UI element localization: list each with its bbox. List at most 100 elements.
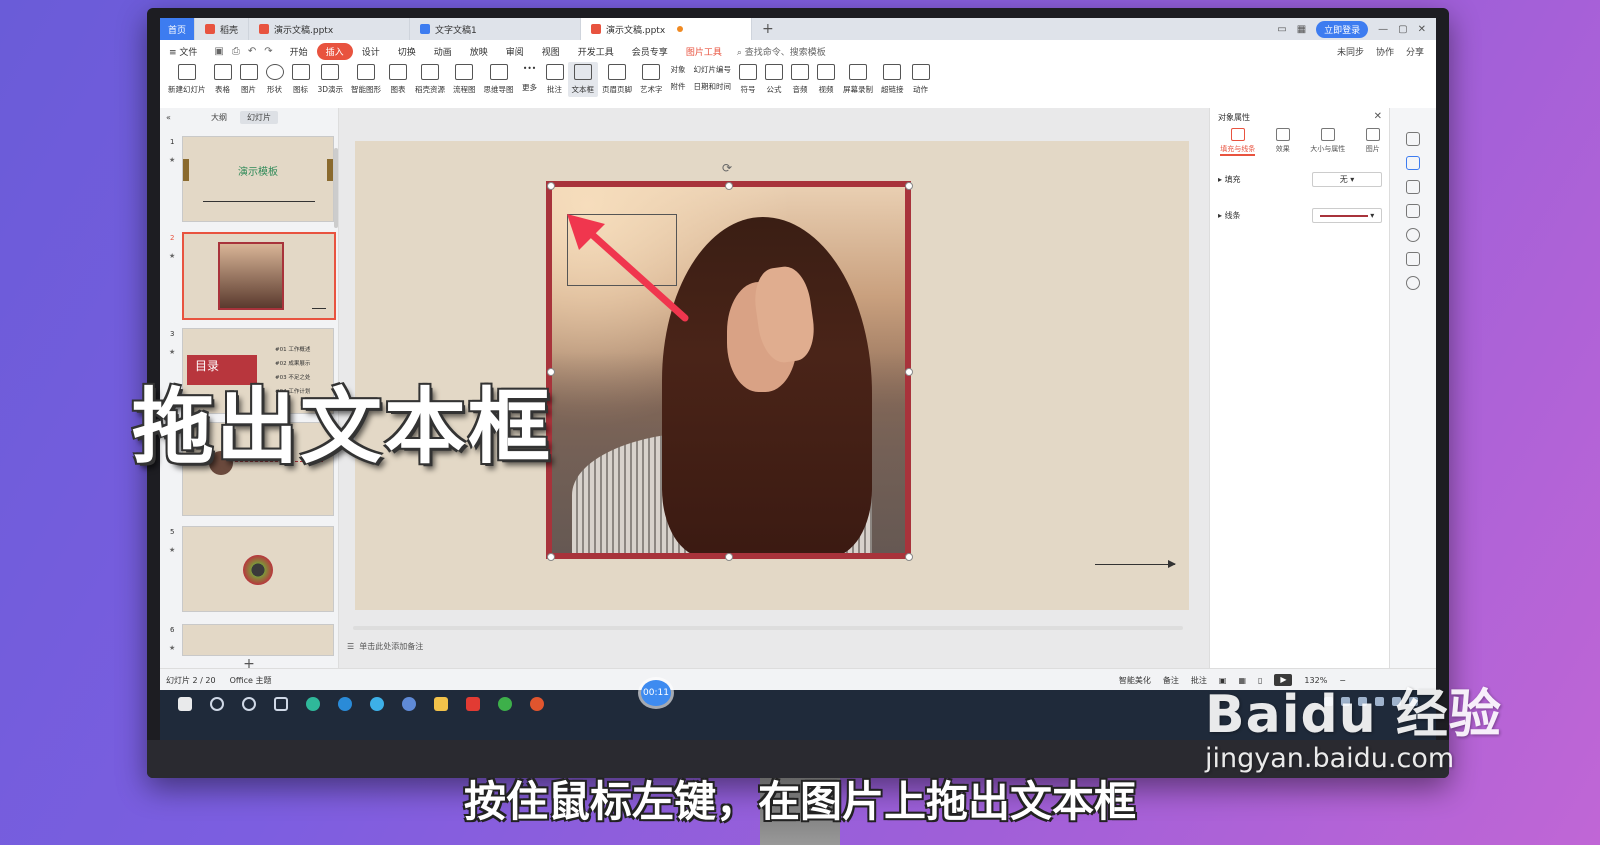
tab-word-doc[interactable]: 文字文稿1 xyxy=(410,18,582,40)
tab-fill-line[interactable]: 填充与线条 xyxy=(1220,128,1256,156)
login-button[interactable]: 立即登录 xyxy=(1316,20,1369,38)
new-tab-icon[interactable]: + xyxy=(752,21,784,37)
ribbon-mindmap[interactable]: 思维导图 xyxy=(480,62,518,97)
ribbon-comment[interactable]: 批注 xyxy=(542,62,568,97)
help-icon[interactable] xyxy=(1406,228,1420,242)
object-button[interactable]: 对象 xyxy=(671,64,686,75)
ribbon-video[interactable]: 视频 xyxy=(813,62,839,97)
ribbon-symbol[interactable]: 符号 xyxy=(735,62,761,97)
ribbon-textbox[interactable]: 文本框 xyxy=(567,62,599,97)
notes-area[interactable]: ☰ 单击此处添加备注 xyxy=(339,636,1217,656)
resize-handle[interactable] xyxy=(725,182,733,190)
file-menu[interactable]: ≡ 文件 xyxy=(160,45,206,58)
ribbon-picture[interactable]: 图片 xyxy=(236,62,262,97)
undo-icon[interactable]: ↶ xyxy=(248,46,256,57)
menu-animation[interactable]: 动画 xyxy=(425,45,461,58)
slide-number-button[interactable]: 幻灯片编号 xyxy=(694,64,732,75)
search-icon[interactable] xyxy=(210,697,224,711)
maximize-icon[interactable]: ▢ xyxy=(1398,24,1407,35)
ribbon-formula[interactable]: 公式 xyxy=(761,62,787,97)
powerpoint-icon[interactable] xyxy=(530,697,544,711)
redo-icon[interactable]: ↷ xyxy=(264,46,272,57)
collapse-panel-icon[interactable]: « xyxy=(166,113,182,122)
resize-handle[interactable] xyxy=(725,553,733,561)
fill-row[interactable]: ▸ 填充 无 ▾ xyxy=(1218,172,1382,187)
tab-size-properties[interactable]: 大小与属性 xyxy=(1310,128,1345,156)
browser-icon[interactable] xyxy=(306,697,320,711)
resize-handle[interactable] xyxy=(547,182,555,190)
globe-icon[interactable] xyxy=(402,697,416,711)
menu-view[interactable]: 视图 xyxy=(533,45,569,58)
ribbon-wordart[interactable]: 艺术字 xyxy=(636,62,667,97)
close-icon[interactable]: ✕ xyxy=(1418,24,1426,35)
menu-picture-tools[interactable]: 图片工具 xyxy=(677,45,731,58)
ribbon-screen-record[interactable]: 屏幕录制 xyxy=(839,62,877,97)
ribbon-icons[interactable]: 图标 xyxy=(288,62,314,97)
layout-icon[interactable]: ▭ xyxy=(1277,24,1286,35)
menu-start[interactable]: 开始 xyxy=(281,45,317,58)
line-row[interactable]: ▸ 线条 ▾ xyxy=(1218,208,1382,223)
ribbon-docer[interactable]: 稻壳资源 xyxy=(411,62,449,97)
ribbon-table[interactable]: 表格 xyxy=(210,62,236,97)
menu-insert[interactable]: 插入 xyxy=(316,42,353,60)
menu-design[interactable]: 设计 xyxy=(353,45,389,58)
tab-effects[interactable]: 效果 xyxy=(1275,128,1290,156)
save-icon[interactable]: ▣ xyxy=(214,46,223,57)
collab-button[interactable]: 协作 xyxy=(1376,45,1394,58)
ribbon-audio[interactable]: 音频 xyxy=(787,62,813,97)
style-icon[interactable] xyxy=(1406,132,1420,146)
folder-icon[interactable] xyxy=(434,697,448,711)
resize-handle[interactable] xyxy=(905,553,913,561)
menu-review[interactable]: 审阅 xyxy=(497,45,533,58)
ie-icon[interactable] xyxy=(370,697,384,711)
resize-handle[interactable] xyxy=(905,182,913,190)
ribbon-3d[interactable]: 3D演示 xyxy=(314,62,348,97)
rotate-handle-icon[interactable]: ⟳ xyxy=(722,161,732,175)
windows-start-icon[interactable] xyxy=(178,697,192,711)
menu-slideshow[interactable]: 放映 xyxy=(461,45,497,58)
properties-icon[interactable] xyxy=(1406,156,1420,170)
wps-icon[interactable] xyxy=(466,697,480,711)
panel-scrollbar[interactable] xyxy=(334,148,338,228)
cortana-icon[interactable] xyxy=(242,697,256,711)
wechat-icon[interactable] xyxy=(498,697,512,711)
canvas-scrollbar[interactable] xyxy=(353,626,1183,630)
ribbon-header-footer[interactable]: 页眉页脚 xyxy=(598,62,636,97)
tab-docer[interactable]: 稻壳 xyxy=(195,18,250,40)
ribbon-chart[interactable]: 图表 xyxy=(385,62,411,97)
resize-handle[interactable] xyxy=(905,368,913,376)
ribbon-hyperlink[interactable]: 超链接 xyxy=(877,62,908,97)
sync-button[interactable]: 未同步 xyxy=(1337,45,1364,58)
tab-home[interactable]: 首页 xyxy=(160,18,195,40)
slide-thumbnail-5[interactable] xyxy=(182,526,334,612)
date-time-button[interactable]: 日期和时间 xyxy=(694,81,732,92)
settings-icon[interactable] xyxy=(1406,276,1420,290)
edge-icon[interactable] xyxy=(338,697,352,711)
grid-icon[interactable]: ▦ xyxy=(1297,24,1306,35)
animation-icon[interactable] xyxy=(1406,180,1420,194)
tab-picture[interactable]: 图片 xyxy=(1365,128,1380,156)
print-icon[interactable]: ⎙ xyxy=(232,46,240,57)
command-search[interactable]: ⌕ 查找命令、搜索模板 xyxy=(737,45,826,58)
slide-thumbnail-1[interactable]: 演示模板 xyxy=(182,136,334,222)
tab-presentation-1[interactable]: 演示文稿.pptx xyxy=(249,18,411,40)
notes-toggle-button[interactable]: 备注 xyxy=(1163,675,1179,686)
attachment-button[interactable]: 附件 xyxy=(671,81,686,92)
tab-outline[interactable]: 大纲 xyxy=(204,111,234,124)
resize-handle[interactable] xyxy=(547,553,555,561)
task-view-icon[interactable] xyxy=(274,697,288,711)
ribbon-flowchart[interactable]: 流程图 xyxy=(449,62,480,97)
ribbon-new-slide[interactable]: 新建幻灯片 xyxy=(164,62,210,97)
fill-dropdown[interactable]: 无 ▾ xyxy=(1312,172,1382,187)
line-dropdown[interactable]: ▾ xyxy=(1312,208,1382,223)
slide-thumbnail-6[interactable] xyxy=(182,624,334,656)
ribbon-shape[interactable]: 形状 xyxy=(262,62,288,97)
ribbon-action[interactable]: 动作 xyxy=(908,62,934,97)
tab-slides[interactable]: 幻灯片 xyxy=(240,110,278,124)
image-tools-icon[interactable] xyxy=(1406,252,1420,266)
tab-presentation-active[interactable]: 演示文稿.pptx xyxy=(581,18,753,40)
pane-close-icon[interactable]: ✕ xyxy=(1374,111,1382,122)
minimize-icon[interactable]: — xyxy=(1378,24,1388,35)
menu-transitions[interactable]: 切换 xyxy=(389,45,425,58)
transition-icon[interactable] xyxy=(1406,204,1420,218)
